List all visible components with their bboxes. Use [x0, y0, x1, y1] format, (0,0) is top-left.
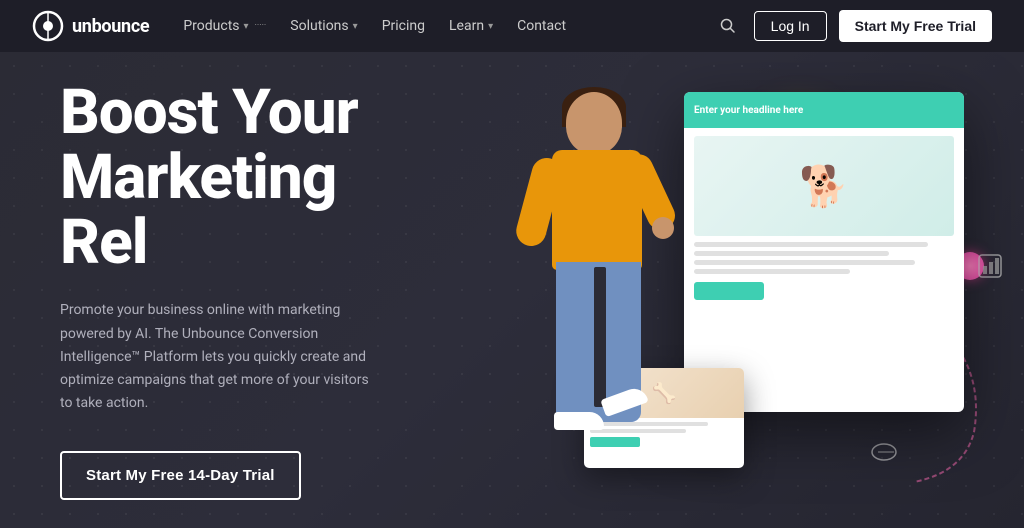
- nav-contact[interactable]: Contact: [507, 12, 576, 40]
- hero-heading: Boost YourMarketingRel: [60, 80, 380, 275]
- person-head: [566, 92, 622, 154]
- person-leg-gap: [594, 267, 606, 407]
- lp-header-bar: Enter your headline here: [684, 92, 964, 128]
- dots-decoration: ·····: [255, 21, 267, 31]
- logo-icon: [32, 10, 64, 42]
- search-button[interactable]: [714, 12, 742, 40]
- person-shoe-left: [554, 412, 604, 430]
- hero-visual: Enter your headline here 🐕 🦴: [424, 52, 1024, 528]
- lp-body: 🐕: [684, 128, 964, 308]
- hero-section: Boost YourMarketingRel Promote your busi…: [0, 52, 1024, 528]
- lp-text-lines: [694, 242, 954, 274]
- start-trial-nav-button[interactable]: Start My Free Trial: [839, 10, 992, 42]
- hero-subtext: Promote your business online with market…: [60, 299, 380, 414]
- hero-person: [494, 72, 704, 512]
- nav-pricing[interactable]: Pricing: [372, 12, 435, 40]
- brand-name: unbounce: [72, 16, 149, 37]
- lp-cta-area: [694, 282, 764, 300]
- start-trial-hero-button[interactable]: Start My Free 14-Day Trial: [60, 451, 301, 500]
- chevron-down-icon: ▾: [244, 21, 249, 32]
- lp-headline: Enter your headline here: [694, 105, 803, 116]
- chevron-down-icon: ▾: [353, 21, 358, 32]
- chevron-down-icon: ▾: [488, 21, 493, 32]
- nav-solutions[interactable]: Solutions ▾: [280, 12, 367, 40]
- search-icon: [720, 18, 736, 34]
- nav-products[interactable]: Products ▾ ·····: [173, 12, 276, 40]
- chart-icon: [976, 252, 1004, 286]
- login-button[interactable]: Log In: [754, 11, 827, 41]
- navbar: unbounce Products ▾ ····· Solutions ▾ Pr…: [0, 0, 1024, 52]
- nav-actions: Log In Start My Free Trial: [714, 10, 992, 42]
- dog-illustration: 🐕: [799, 163, 849, 210]
- nav-links: Products ▾ ····· Solutions ▾ Pricing Lea…: [173, 12, 705, 40]
- person-hand-right: [652, 217, 674, 239]
- landing-page-mockup: Enter your headline here 🐕: [684, 92, 964, 412]
- nav-learn[interactable]: Learn ▾: [439, 12, 503, 40]
- lp-image-area: 🐕: [694, 136, 954, 236]
- logo[interactable]: unbounce: [32, 10, 149, 42]
- hero-content: Boost YourMarketingRel Promote your busi…: [0, 52, 440, 528]
